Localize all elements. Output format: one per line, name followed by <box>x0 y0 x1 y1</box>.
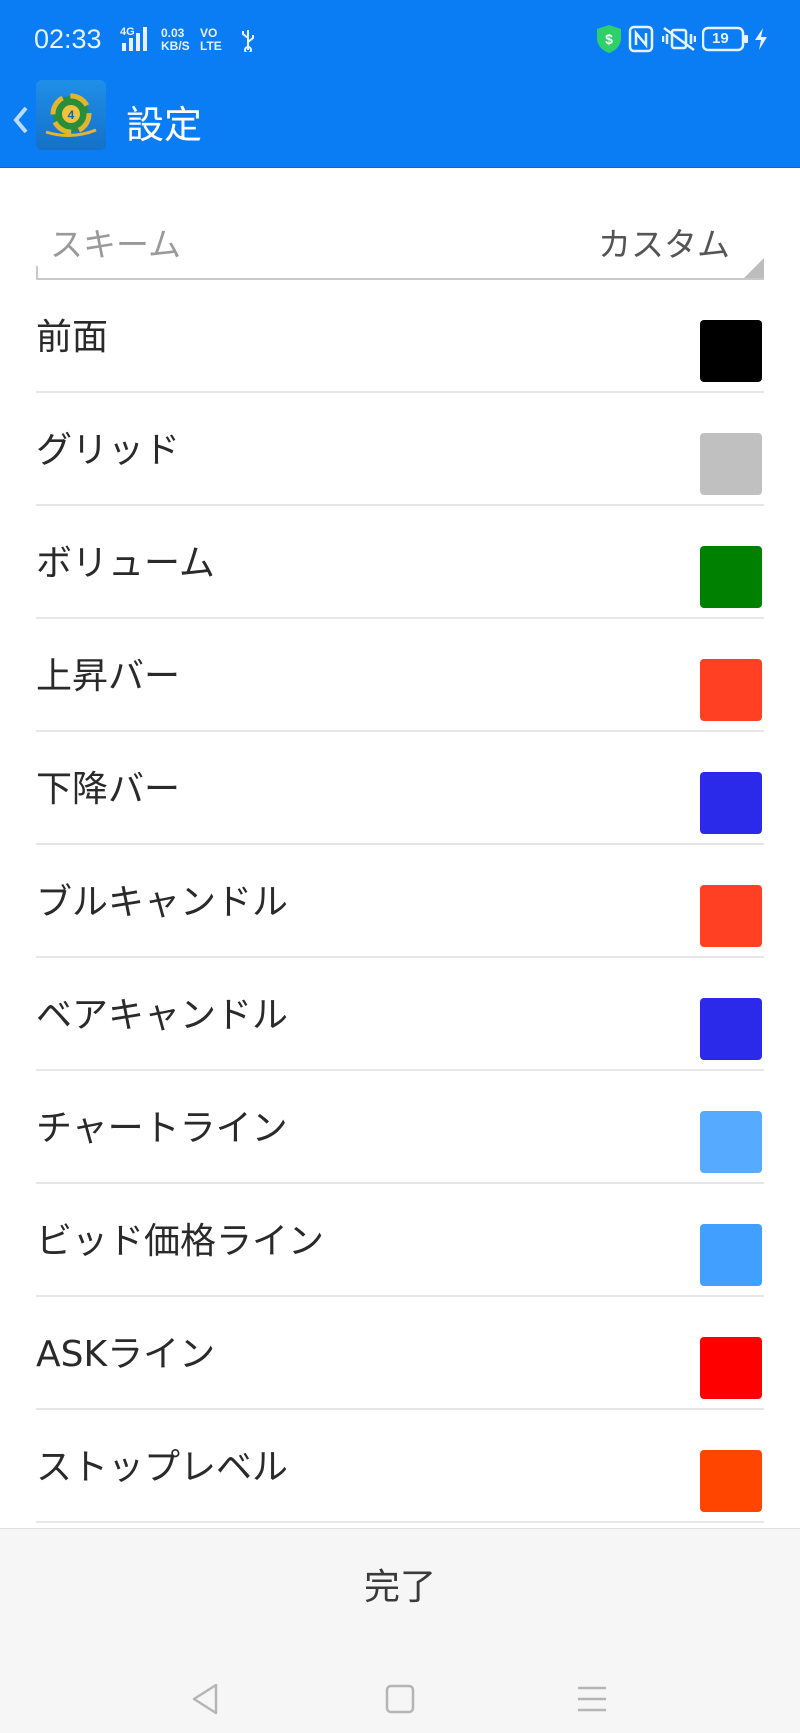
color-swatch[interactable] <box>700 1111 762 1173</box>
color-row-label: ストップレベル <box>36 1447 289 1488</box>
color-row-label: ビッド価格ライン <box>36 1221 325 1262</box>
shield-icon: $ <box>596 24 622 58</box>
color-row-label: ブルキャンドル <box>36 882 289 923</box>
color-swatch[interactable] <box>700 546 762 608</box>
color-row-label: 前面 <box>36 317 109 358</box>
dropdown-corner-icon <box>744 258 764 278</box>
color-swatch[interactable] <box>700 659 762 721</box>
app-logo-icon[interactable]: 4 <box>36 80 106 150</box>
color-swatch[interactable] <box>700 998 762 1060</box>
color-row-label: ASKライン <box>36 1334 216 1375</box>
nfc-icon <box>628 24 654 58</box>
svg-text:4: 4 <box>68 108 75 122</box>
color-row-foreground[interactable]: 前面 <box>36 280 764 393</box>
settings-content: スキーム カスタム 前面 グリッド ボリューム 上昇バー 下降バー ブルキャンド… <box>0 168 800 1528</box>
volte-bottom: LTE <box>200 39 222 53</box>
color-swatch[interactable] <box>700 1337 762 1399</box>
scheme-label: スキーム <box>50 225 182 264</box>
charging-icon <box>754 28 768 54</box>
color-row-volume[interactable]: ボリューム <box>36 506 764 619</box>
data-speed-unit: KB/S <box>161 39 190 53</box>
signal-icon <box>122 27 150 55</box>
vibrate-icon <box>661 26 697 56</box>
svg-text:$: $ <box>605 31 613 47</box>
battery-level: 19 <box>712 30 729 47</box>
color-swatch[interactable] <box>700 433 762 495</box>
color-swatch[interactable] <box>700 885 762 947</box>
back-chevron-icon[interactable] <box>8 100 32 140</box>
color-row-bull-candle[interactable]: ブルキャンドル <box>36 845 764 958</box>
scheme-divider-tick <box>36 266 38 278</box>
color-swatch[interactable] <box>700 1450 762 1512</box>
app-bar: 4 設定 <box>0 80 800 168</box>
page-title: 設定 <box>126 103 203 147</box>
color-swatch[interactable] <box>700 320 762 382</box>
color-row-stop-level[interactable]: ストップレベル <box>36 1410 764 1523</box>
scheme-selector[interactable]: スキーム カスタム <box>36 208 764 280</box>
status-bar: 02:33 4G 0.03 KB/S VO LTE $ 19 <box>0 0 800 80</box>
color-row-ask-line[interactable]: ASKライン <box>36 1297 764 1410</box>
color-row-label: チャートライン <box>36 1108 288 1149</box>
color-swatch[interactable] <box>700 1224 762 1286</box>
color-row-label: ベアキャンドル <box>36 995 289 1036</box>
nav-menu-icon[interactable] <box>572 1679 612 1719</box>
color-row-chart-line[interactable]: チャートライン <box>36 1071 764 1184</box>
footer: 完了 <box>0 1528 800 1733</box>
usb-icon <box>240 28 256 56</box>
color-row-label: ボリューム <box>36 543 215 584</box>
nav-home-icon[interactable] <box>380 1679 420 1719</box>
color-row-label: 下降バー <box>36 769 181 810</box>
done-button[interactable]: 完了 <box>0 1529 800 1639</box>
color-row-label: グリッド <box>36 430 181 471</box>
color-row-label: 上昇バー <box>36 656 181 697</box>
scheme-value: カスタム <box>598 225 730 264</box>
color-row-bar-down[interactable]: 下降バー <box>36 732 764 845</box>
nav-back-icon[interactable] <box>186 1679 226 1719</box>
color-row-grid[interactable]: グリッド <box>36 393 764 506</box>
color-row-bid-line[interactable]: ビッド価格ライン <box>36 1184 764 1297</box>
color-swatch[interactable] <box>700 772 762 834</box>
color-row-bear-candle[interactable]: ベアキャンドル <box>36 958 764 1071</box>
status-time: 02:33 <box>34 24 102 54</box>
color-row-bar-up[interactable]: 上昇バー <box>36 619 764 732</box>
